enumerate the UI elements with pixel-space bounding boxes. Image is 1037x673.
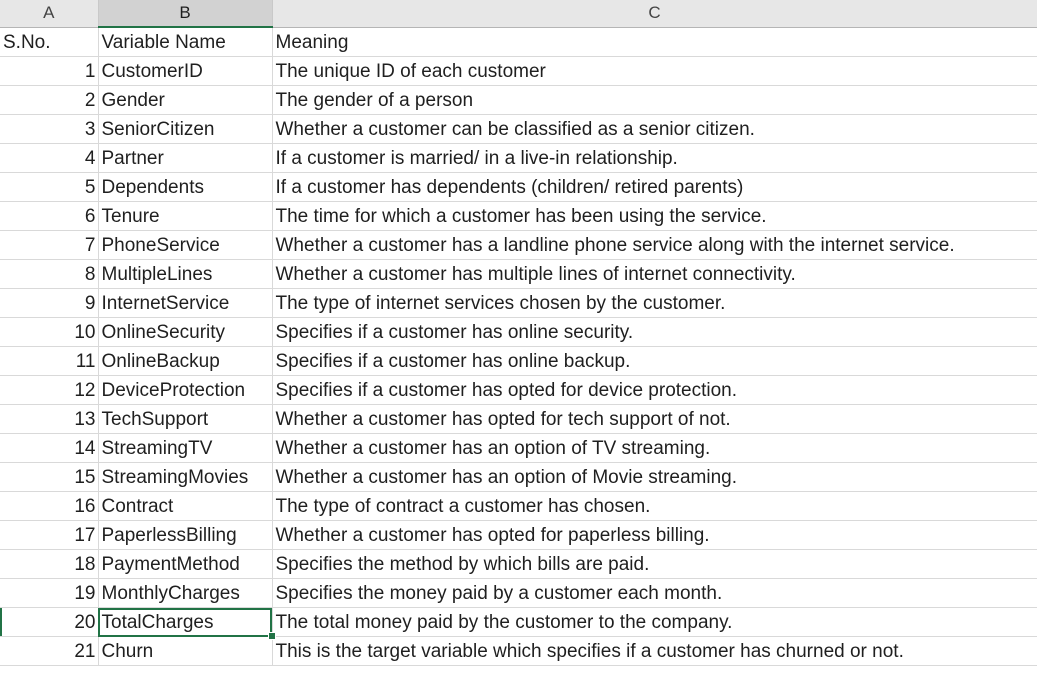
cell-meaning[interactable]: Whether a customer has a landline phone … (272, 230, 1037, 260)
cell-meaning[interactable]: The time for which a customer has been u… (272, 201, 1037, 231)
cell-sno[interactable]: 19 (0, 578, 99, 608)
cell-meaning[interactable]: Whether a customer can be classified as … (272, 114, 1037, 144)
table-row: 9 InternetService The type of internet ser… (0, 288, 1037, 318)
cell-sno[interactable]: 9 (0, 288, 99, 318)
cell-sno[interactable]: 5 (0, 172, 99, 202)
cell-sno[interactable]: 3 (0, 114, 99, 144)
cell-variable-name[interactable]: Contract (98, 491, 273, 521)
cell-variable-name[interactable]: DeviceProtection (98, 375, 273, 405)
cell-variable-name[interactable]: Partner (98, 143, 273, 173)
active-cell[interactable]: TotalCharges (98, 607, 276, 640)
cell-meaning[interactable]: The type of internet services chosen by … (272, 288, 1037, 318)
cell-sno[interactable]: 2 (0, 85, 99, 115)
cell-variable-name[interactable]: MonthlyCharges (98, 578, 273, 608)
table-row: 8 MultipleLines Whether a customer has mul… (0, 259, 1037, 289)
cell-sno[interactable]: 17 (0, 520, 99, 550)
cell-variable-name[interactable]: Gender (98, 85, 273, 115)
spreadsheet: A B C S.No. Variable Name Meaning 1 Custo… (0, 0, 1037, 673)
cell-meaning[interactable]: Whether a customer has opted for tech su… (272, 404, 1037, 434)
table-row: 14 StreamingTV Whether a customer has an o… (0, 433, 1037, 463)
cell-variable-name[interactable]: PaymentMethod (98, 549, 273, 579)
table-row: 15 StreamingMovies Whether a customer has … (0, 462, 1037, 492)
table-row: 18 PaymentMethod Specifies the method by w… (0, 549, 1037, 579)
table-row: 10 OnlineSecurity Specifies if a customer … (0, 317, 1037, 347)
cell-meaning[interactable]: If a customer is married/ in a live-in r… (272, 143, 1037, 173)
table-row: 11 OnlineBackup Specifies if a customer ha… (0, 346, 1037, 376)
cell-variable-name[interactable]: Tenure (98, 201, 273, 231)
table-row: 2 Gender The gender of a person (0, 85, 1037, 115)
cell-sno[interactable]: 4 (0, 143, 99, 173)
table-row: 6 Tenure The time for which a customer has… (0, 201, 1037, 231)
cell-sno[interactable]: 6 (0, 201, 99, 231)
cell-variable-name[interactable]: PaperlessBilling (98, 520, 273, 550)
table-row: 5 Dependents If a customer has dependents … (0, 172, 1037, 202)
cell-variable-name[interactable]: MultipleLines (98, 259, 273, 289)
table-row: 16 Contract The type of contract a custome… (0, 491, 1037, 521)
column-header-b[interactable]: B (98, 0, 273, 28)
column-header-row: A B C (0, 0, 1037, 28)
header-cell-variable-name[interactable]: Variable Name (98, 27, 273, 57)
cell-meaning[interactable]: Whether a customer has opted for paperle… (272, 520, 1037, 550)
table-row: 19 MonthlyCharges Specifies the money paid… (0, 578, 1037, 608)
cell-variable-name[interactable]: StreamingMovies (98, 462, 273, 492)
cell-meaning[interactable]: Specifies if a customer has online backu… (272, 346, 1037, 376)
column-header-a[interactable]: A (0, 0, 99, 28)
cell-meaning[interactable]: Specifies the money paid by a customer e… (272, 578, 1037, 608)
header-row: S.No. Variable Name Meaning (0, 27, 1037, 57)
cell-meaning[interactable]: Specifies the method by which bills are … (272, 549, 1037, 579)
cell-sno[interactable]: 15 (0, 462, 99, 492)
cell-meaning[interactable]: Specifies if a customer has opted for de… (272, 375, 1037, 405)
cell-meaning[interactable]: The unique ID of each customer (272, 56, 1037, 86)
cell-meaning[interactable]: The total money paid by the customer to … (272, 607, 1037, 637)
cell-sno[interactable]: 1 (0, 56, 99, 86)
cell-sno[interactable]: 14 (0, 433, 99, 463)
cell-meaning[interactable]: Whether a customer has an option of TV s… (272, 433, 1037, 463)
table-row: 20 TotalCharges The total money paid by th… (0, 607, 1037, 640)
cell-sno[interactable]: 16 (0, 491, 99, 521)
cell-sno[interactable]: 21 (0, 636, 99, 666)
cell-sno[interactable]: 13 (0, 404, 99, 434)
table-row: 4 Partner If a customer is married/ in a l… (0, 143, 1037, 173)
cell-variable-name[interactable]: OnlineSecurity (98, 317, 273, 347)
cell-sno[interactable]: 8 (0, 259, 99, 289)
spreadsheet-grid: A B C S.No. Variable Name Meaning 1 Custo… (0, 0, 1037, 666)
cell-variable-name[interactable]: CustomerID (98, 56, 273, 86)
grid-body: S.No. Variable Name Meaning 1 CustomerID T… (0, 27, 1037, 666)
table-row: 17 PaperlessBilling Whether a customer has… (0, 520, 1037, 550)
cell-variable-name[interactable]: Dependents (98, 172, 273, 202)
cell-sno[interactable]: 7 (0, 230, 99, 260)
cell-variable-name[interactable]: InternetService (98, 288, 273, 318)
cell-meaning[interactable]: This is the target variable which specif… (272, 636, 1037, 666)
header-cell-sno[interactable]: S.No. (0, 27, 99, 57)
cell-meaning[interactable]: Whether a customer has multiple lines of… (272, 259, 1037, 289)
header-cell-meaning[interactable]: Meaning (272, 27, 1037, 57)
cell-sno[interactable]: 11 (0, 346, 99, 376)
table-row: 13 TechSupport Whether a customer has opte… (0, 404, 1037, 434)
table-row: 21 Churn This is the target variable which… (0, 636, 1037, 666)
column-header-c[interactable]: C (272, 0, 1037, 28)
cell-sno[interactable]: 12 (0, 375, 99, 405)
cell-meaning[interactable]: The gender of a person (272, 85, 1037, 115)
table-row: 3 SeniorCitizen Whether a customer can be … (0, 114, 1037, 144)
cell-variable-name[interactable]: SeniorCitizen (98, 114, 273, 144)
cell-meaning[interactable]: The type of contract a customer has chos… (272, 491, 1037, 521)
cell-sno[interactable]: 20 (0, 607, 99, 637)
cell-variable-name[interactable]: Churn (98, 636, 273, 666)
cell-meaning[interactable]: If a customer has dependents (children/ … (272, 172, 1037, 202)
table-row: 1 CustomerID The unique ID of each custome… (0, 56, 1037, 86)
cell-variable-name[interactable]: StreamingTV (98, 433, 273, 463)
table-row: 7 PhoneService Whether a customer has a la… (0, 230, 1037, 260)
cell-variable-name[interactable]: OnlineBackup (98, 346, 273, 376)
fill-handle[interactable] (267, 632, 276, 640)
cell-meaning[interactable]: Whether a customer has an option of Movi… (272, 462, 1037, 492)
cell-sno[interactable]: 18 (0, 549, 99, 579)
cell-variable-name[interactable]: PhoneService (98, 230, 273, 260)
cell-meaning[interactable]: Specifies if a customer has online secur… (272, 317, 1037, 347)
cell-sno[interactable]: 10 (0, 317, 99, 347)
table-row: 12 DeviceProtection Specifies if a custome… (0, 375, 1037, 405)
cell-variable-name[interactable]: TechSupport (98, 404, 273, 434)
